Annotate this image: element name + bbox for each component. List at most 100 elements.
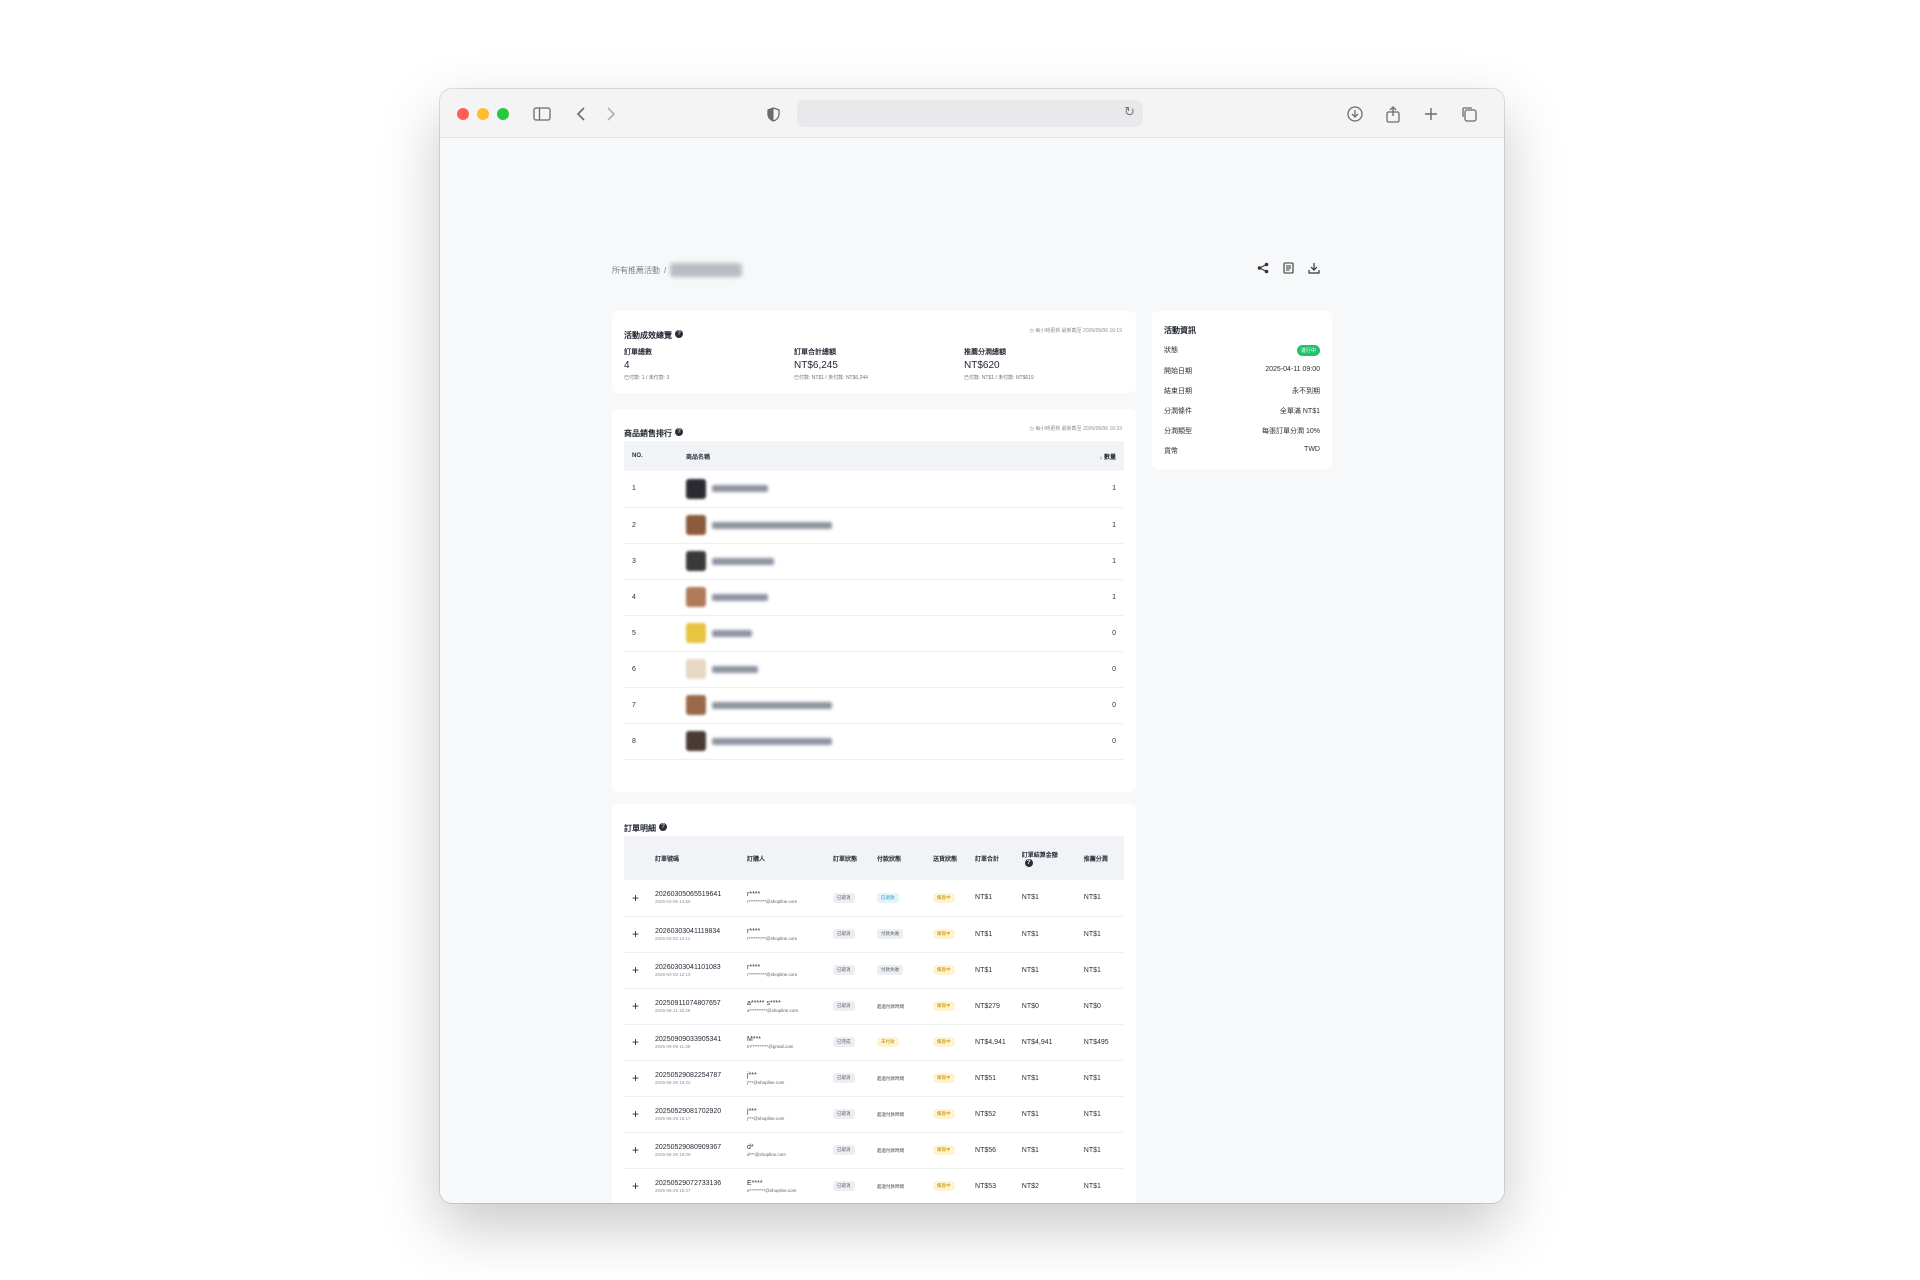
new-tab-icon[interactable] xyxy=(1422,102,1440,126)
expand-plus-icon[interactable]: + xyxy=(632,1179,639,1193)
help-icon[interactable]: ? xyxy=(659,822,667,831)
payment-status-cell: 付款失敗 xyxy=(869,952,926,989)
buyer-email: r**********@shopline.com xyxy=(747,935,798,941)
expand-plus-icon[interactable]: + xyxy=(632,927,639,941)
buyer-name: j*** xyxy=(747,1107,757,1115)
order-total: NT$4,941 xyxy=(967,1024,1014,1061)
shipping-status-chip: 備貨中 xyxy=(933,1037,955,1047)
expand-plus-icon[interactable]: + xyxy=(632,1107,639,1121)
minimize-window-button[interactable] xyxy=(477,108,489,120)
shipping-status-chip: 備貨中 xyxy=(933,1001,955,1011)
expand-plus-icon[interactable]: + xyxy=(632,891,639,905)
buyer-email: j***@shopline.com xyxy=(747,1115,785,1121)
expand-plus-icon[interactable]: + xyxy=(632,999,639,1013)
product-name-redacted xyxy=(712,521,832,529)
order-date: 2026-03-05 14:55 xyxy=(655,899,691,905)
reload-icon[interactable]: ↻ xyxy=(1124,104,1135,120)
buyer-name: a***** s**** xyxy=(747,999,781,1007)
order-id[interactable]: 20260303041101083 xyxy=(655,964,731,971)
expand-plus-icon[interactable]: + xyxy=(632,1143,639,1157)
info-value: 2025-04-11 09:00 xyxy=(1265,366,1320,373)
expand-plus-icon[interactable]: + xyxy=(632,1071,639,1085)
zoom-window-button[interactable] xyxy=(497,108,509,120)
share-icon[interactable] xyxy=(1384,102,1402,126)
expand-plus-icon[interactable]: + xyxy=(632,963,639,977)
order-total: NT$1 xyxy=(967,952,1014,989)
order-id[interactable]: 20260305065519641 xyxy=(655,891,731,898)
rank-qty: 0 xyxy=(1064,615,1124,652)
shipping-status-cell: 備貨中 xyxy=(925,952,968,989)
breadcrumb-root[interactable]: 所有推薦活動 xyxy=(612,265,660,276)
order-id[interactable]: 20250529080909367 xyxy=(655,1144,731,1151)
info-label: 開始日期 xyxy=(1164,368,1192,375)
close-window-button[interactable] xyxy=(457,108,469,120)
commission-amount: NT$1 xyxy=(1075,952,1124,989)
buyer-cell: d* d***@shopline.com xyxy=(739,1132,826,1169)
share-icon[interactable] xyxy=(1257,262,1269,277)
order-id[interactable]: 20260303041119834 xyxy=(655,928,731,935)
sidebar-toggle-icon[interactable] xyxy=(532,102,552,126)
rank-no: 1 xyxy=(624,471,678,508)
product-thumbnail xyxy=(686,551,706,571)
expand-cell: + xyxy=(624,880,648,917)
stat-order-count: 訂單總數 4 已付款: 1 / 未付款: 3 xyxy=(624,347,669,381)
orders-card: 訂單明細? 訂單號碼 訂購人 訂單狀態 付款狀態 送貨狀態 訂單合計 訂單結算金… xyxy=(612,804,1136,1203)
commission-amount: NT$1 xyxy=(1075,1168,1124,1203)
info-row-condition: 分潤條件 全單滿 NT$1 xyxy=(1164,406,1320,416)
order-date: 2026-03-03 12:10 xyxy=(655,971,691,977)
col-settlement: 訂單結算金額 ? xyxy=(1014,836,1076,880)
product-thumbnail xyxy=(686,515,706,535)
browser-window: ↻ 所有推薦活動 / 活動成效總覽 ? ◷ 每小時更新 最新截至 2026/05… xyxy=(440,89,1504,1203)
col-qty[interactable]: ↓ 數量 xyxy=(1064,441,1124,471)
stat-commission-total: 推薦分潤總額 NT$620 已付款: NT$1 / 未付款: NT$619 xyxy=(964,347,1034,381)
order-id-cell: 20260303041119834 2026-03-03 12:11 xyxy=(647,916,740,953)
product-cell xyxy=(678,651,1064,688)
help-icon[interactable]: ? xyxy=(1024,858,1033,867)
expand-cell: + xyxy=(624,988,648,1025)
shipping-status-cell: 備貨中 xyxy=(925,880,968,917)
order-id-cell: 20250911074807657 2025-09-11 15:48 xyxy=(647,988,740,1025)
shipping-status-chip: 備貨中 xyxy=(933,1073,955,1083)
buyer-cell: j*** j***@shopline.com xyxy=(739,1096,826,1133)
shipping-status-cell: 備貨中 xyxy=(925,916,968,953)
orders-table-wrap: 訂單號碼 訂購人 訂單狀態 付款狀態 送貨狀態 訂單合計 訂單結算金額 ? 推薦… xyxy=(624,836,1124,1203)
payment-status-chip: 超過付款時間 xyxy=(877,1075,905,1081)
document-icon[interactable] xyxy=(1283,262,1294,277)
rank-no: 3 xyxy=(624,543,678,580)
performance-updated-text: 每小時更新 最新截至 2026/05/06 16:19 xyxy=(1035,328,1122,334)
order-status-chip: 已取消 xyxy=(833,1109,855,1119)
order-date: 2025-05-29 16:17 xyxy=(655,1115,691,1121)
rank-no: 7 xyxy=(624,687,678,724)
address-bar[interactable]: ↻ xyxy=(797,100,1143,127)
stat-value: NT$620 xyxy=(964,360,1000,371)
ranking-title: 商品銷售排行 xyxy=(624,429,672,438)
product-thumbnail xyxy=(686,478,706,499)
payment-status-cell: 超過付款時間 xyxy=(869,988,926,1025)
expand-plus-icon[interactable]: + xyxy=(632,1035,639,1049)
rank-no: 2 xyxy=(624,507,678,544)
help-icon[interactable]: ? xyxy=(675,329,683,338)
ranking-body: 1121314150607080 xyxy=(624,471,1124,760)
col-no: NO. xyxy=(632,453,643,459)
order-row: +20250911074807657 2025-09-11 15:48 a*****… xyxy=(624,988,1124,1025)
order-id[interactable]: 20250529082254787 xyxy=(655,1072,731,1079)
buyer-email: d***@shopline.com xyxy=(747,1151,786,1157)
back-icon[interactable] xyxy=(574,102,588,126)
download-icon[interactable] xyxy=(1308,262,1320,277)
help-icon[interactable]: ? xyxy=(675,427,683,436)
order-id[interactable]: 20250529081702920 xyxy=(655,1108,731,1115)
order-id[interactable]: 20250909033905341 xyxy=(655,1036,731,1043)
payment-status-cell: 超過付款時間 xyxy=(869,1096,926,1133)
tab-overview-icon[interactable] xyxy=(1460,102,1478,126)
breadcrumb-current-redacted xyxy=(670,263,743,277)
order-id[interactable]: 20250529072733136 xyxy=(655,1180,731,1187)
forward-icon[interactable] xyxy=(604,102,618,126)
privacy-shield-icon[interactable] xyxy=(765,102,781,126)
settlement-amount: NT$1 xyxy=(1013,880,1076,917)
order-id[interactable]: 20250911074807657 xyxy=(655,1000,731,1007)
buyer-cell: j*** j***@shopline.com xyxy=(739,1060,826,1097)
product-name-redacted xyxy=(712,485,768,493)
ranking-row: 21 xyxy=(624,507,1124,544)
downloads-icon[interactable] xyxy=(1346,102,1364,126)
buyer-email: a**********@shopline.com xyxy=(747,1007,799,1013)
